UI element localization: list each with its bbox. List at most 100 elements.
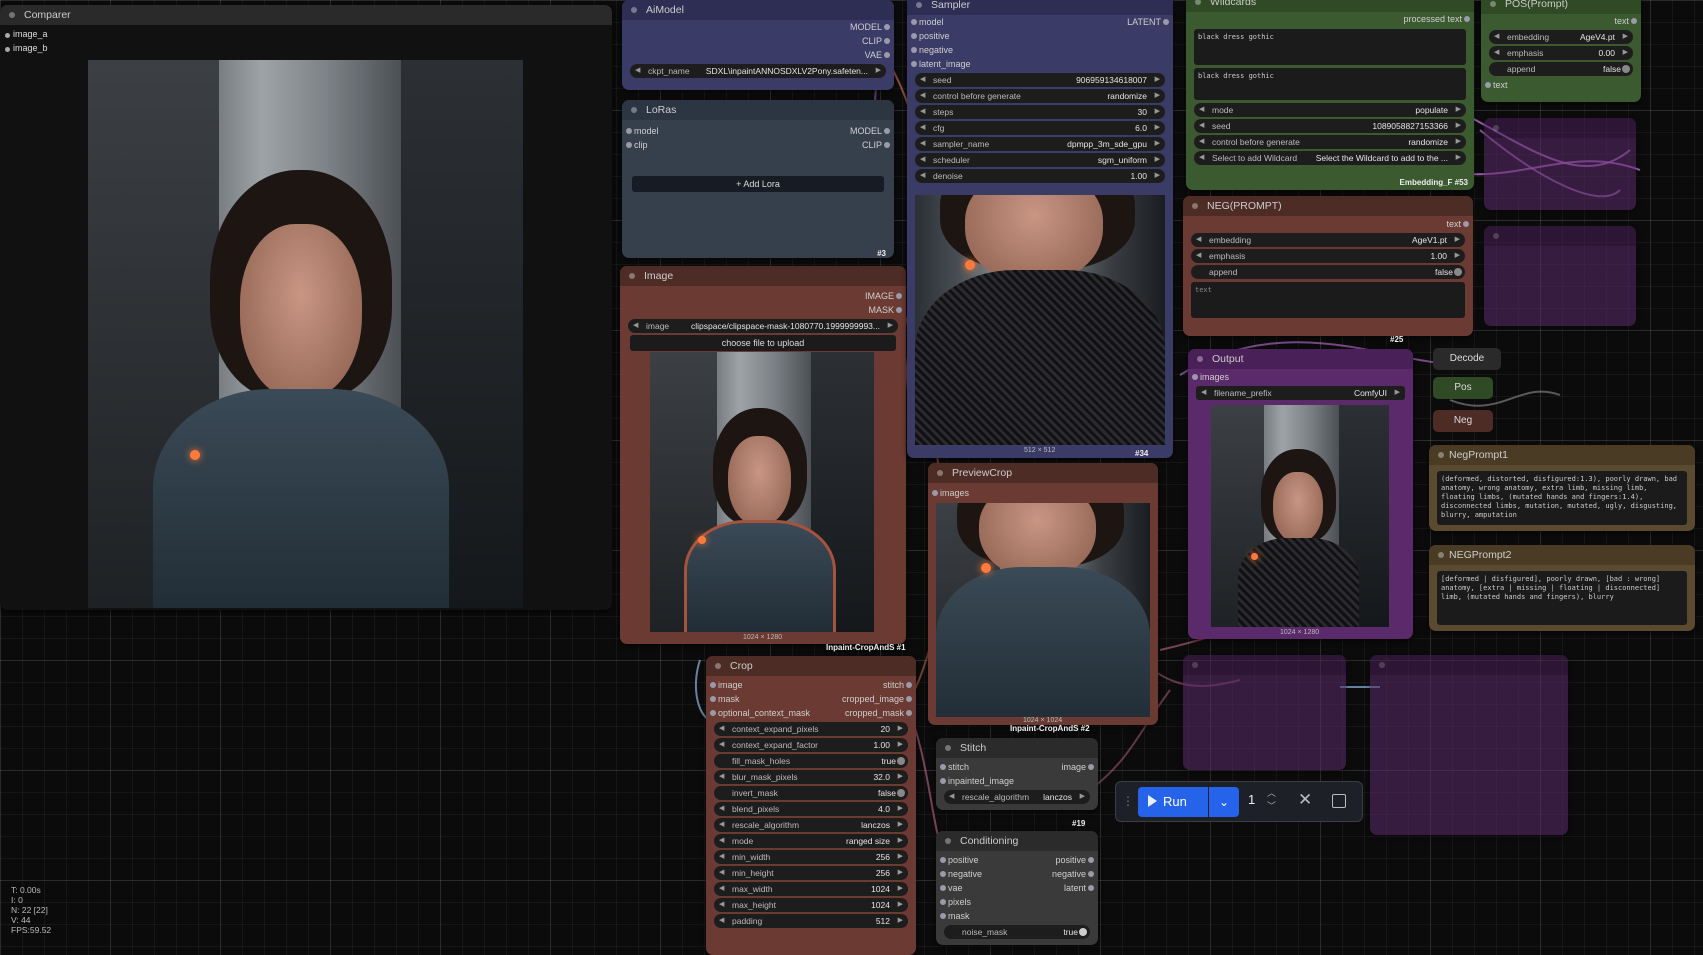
input-stitch[interactable]: stitch <box>939 760 969 774</box>
select-wildcard-widget[interactable]: Select to add WildcardSelect the Wildcar… <box>1194 151 1466 165</box>
embedding-widget[interactable]: embeddingAgeV1.pt <box>1191 233 1465 247</box>
add-lora-button[interactable]: + Add Lora <box>632 176 884 192</box>
input-clip[interactable]: clip <box>626 138 648 152</box>
previewcrop-image[interactable] <box>936 503 1150 717</box>
mode-widget[interactable]: modepopulate <box>1194 103 1466 117</box>
max-width-widget[interactable]: max_width1024 <box>714 882 908 896</box>
workflow-canvas[interactable]: Comparer image_a image_b AiModel MODEL C… <box>0 0 1703 955</box>
choose-file-button[interactable]: choose file to upload <box>630 335 896 351</box>
negprompt2-text[interactable]: [deformed | disfigured], poorly drawn, [… <box>1437 571 1687 625</box>
input-model[interactable]: model <box>626 124 659 138</box>
output-mask[interactable]: MASK <box>868 303 902 317</box>
rescale-algorithm-widget[interactable]: rescale_algorithmlanczos <box>714 818 908 832</box>
embedding-widget[interactable]: embeddingAgeV4.pt <box>1489 30 1633 44</box>
output-image[interactable]: IMAGE <box>865 289 903 303</box>
negprompt1-text[interactable]: (deformed, distorted, disfigured:1.3), p… <box>1437 471 1687 525</box>
control-widget[interactable]: control before generaterandomize <box>915 89 1165 103</box>
input-mask[interactable]: mask <box>940 909 970 923</box>
faded-node-b[interactable] <box>1484 226 1636 326</box>
noise-mask-toggle[interactable]: noise_mask true <box>944 925 1090 939</box>
pos-reroute[interactable]: Pos <box>1433 377 1493 399</box>
neg-text-input[interactable]: text <box>1191 282 1465 318</box>
output-processed-text[interactable]: processed text <box>1403 12 1470 26</box>
max-height-widget[interactable]: max_height1024 <box>714 898 908 912</box>
output-vae[interactable]: VAE <box>865 48 891 62</box>
wildcard-text-output[interactable]: black dress gothic <box>1194 68 1466 100</box>
image-preview[interactable] <box>650 352 874 632</box>
sampler-name-widget[interactable]: sampler_namedpmpp_3m_sde_gpu <box>915 137 1165 151</box>
filename-prefix-widget[interactable]: filename_prefixComfyUI <box>1196 386 1405 400</box>
output-preview[interactable] <box>1211 405 1389 627</box>
output-positive[interactable]: positive <box>1055 853 1094 867</box>
rescale-algorithm-widget[interactable]: rescale_algorithmlanczos <box>944 790 1090 804</box>
run-button[interactable]: Run <box>1138 787 1208 817</box>
ckpt-name-widget[interactable]: ckpt_nameSDXL\inpaintANNOSDXLV2Pony.safe… <box>630 64 886 78</box>
output-text[interactable]: text <box>1446 217 1469 231</box>
min-height-widget[interactable]: min_height256 <box>714 866 908 880</box>
append-toggle[interactable]: append false <box>1489 62 1633 76</box>
input-latent-image[interactable]: latent_image <box>911 57 971 71</box>
invert-mask-toggle[interactable]: invert_mask false <box>714 786 908 800</box>
negprompt2-node[interactable]: NEGPrompt2 [deformed | disfigured], poor… <box>1429 545 1695 631</box>
crop-node[interactable]: Crop image stitch mask cropped_image optio… <box>706 656 916 955</box>
neg-prompt-node[interactable]: NEG(PROMPT) text embeddingAgeV1.pt empha… <box>1183 196 1473 336</box>
faded-node-d[interactable] <box>1370 655 1568 835</box>
scheduler-widget[interactable]: schedulersgm_uniform <box>915 153 1165 167</box>
output-cropped-mask[interactable]: cropped_mask <box>845 706 913 720</box>
input-images[interactable]: images <box>931 486 969 500</box>
input-images[interactable]: images <box>1191 370 1229 384</box>
input-text[interactable]: text <box>1485 78 1508 92</box>
batch-count-stepper[interactable]: ︿ ﹀ <box>1267 787 1276 813</box>
input-image-a[interactable]: image_a <box>13 29 48 39</box>
output-latent[interactable]: latent <box>1064 881 1095 895</box>
seed-widget[interactable]: seed906959134618007 <box>915 73 1165 87</box>
context-expand-pixels-widget[interactable]: context_expand_pixels20 <box>714 722 908 736</box>
previewcrop-node[interactable]: PreviewCrop images 1024 × 1024 <box>928 463 1158 725</box>
context-expand-factor-widget[interactable]: context_expand_factor1.00 <box>714 738 908 752</box>
input-pixels[interactable]: pixels <box>939 895 971 909</box>
input-mask[interactable]: mask <box>710 692 740 706</box>
input-image[interactable]: image <box>710 678 743 692</box>
min-width-widget[interactable]: min_width256 <box>714 850 908 864</box>
input-negative[interactable]: negative <box>910 43 953 57</box>
input-image-b[interactable]: image_b <box>13 43 48 53</box>
input-negative[interactable]: negative <box>939 867 982 881</box>
output-image[interactable]: image <box>1061 760 1094 774</box>
output-clip[interactable]: CLIP <box>862 138 891 152</box>
faded-node-a[interactable] <box>1484 118 1636 210</box>
fill-mask-holes-toggle[interactable]: fill_mask_holes true <box>714 754 908 768</box>
negprompt1-node[interactable]: NegPrompt1 (deformed, distorted, disfigu… <box>1429 445 1695 531</box>
stop-icon[interactable] <box>1332 794 1346 808</box>
input-inpainted-image[interactable]: inpainted_image <box>939 774 1014 788</box>
input-positive[interactable]: positive <box>940 853 979 867</box>
faded-node-c[interactable] <box>1183 655 1346 770</box>
comparer-image[interactable] <box>88 60 523 608</box>
blend-pixels-widget[interactable]: blend_pixels4.0 <box>714 802 908 816</box>
output-cropped-image[interactable]: cropped_image <box>842 692 913 706</box>
wildcard-text-input[interactable]: black dress gothic <box>1194 29 1466 65</box>
input-vae[interactable]: vae <box>940 881 963 895</box>
pos-prompt-node[interactable]: POS(Prompt) text embeddingAgeV4.pt empha… <box>1481 0 1641 102</box>
emphasis-widget[interactable]: emphasis1.00 <box>1191 249 1465 263</box>
steps-widget[interactable]: steps30 <box>915 105 1165 119</box>
comparer-node[interactable]: Comparer image_a image_b <box>0 5 612 610</box>
input-model[interactable]: model <box>911 15 944 29</box>
stitch-node[interactable]: Stitch stitch image inpainted_image resca… <box>936 738 1098 810</box>
sampler-node[interactable]: Sampler model LATENT positive negative la… <box>907 0 1173 458</box>
padding-widget[interactable]: padding512 <box>714 914 908 928</box>
blur-mask-pixels-widget[interactable]: blur_mask_pixels32.0 <box>714 770 908 784</box>
output-stitch[interactable]: stitch <box>883 678 913 692</box>
emphasis-widget[interactable]: emphasis0.00 <box>1489 46 1633 60</box>
output-model[interactable]: MODEL <box>850 124 891 138</box>
input-positive[interactable]: positive <box>911 29 950 43</box>
output-node[interactable]: Output images filename_prefixComfyUI 102… <box>1188 349 1413 639</box>
output-negative[interactable]: negative <box>1052 867 1095 881</box>
aimodel-node[interactable]: AiModel MODEL CLIP VAE ckpt_nameSDXL\inp… <box>622 0 894 90</box>
output-model[interactable]: MODEL <box>850 20 891 34</box>
decode-reroute[interactable]: Decode <box>1433 348 1501 370</box>
cfg-widget[interactable]: cfg6.0 <box>915 121 1165 135</box>
wildcards-node[interactable]: Wildcards processed text black dress got… <box>1186 0 1474 190</box>
neg-reroute[interactable]: Neg <box>1433 410 1493 432</box>
seed-widget[interactable]: seed1089058827153366 <box>1194 119 1466 133</box>
drag-handle-icon[interactable]: ⋮ <box>1122 794 1134 808</box>
